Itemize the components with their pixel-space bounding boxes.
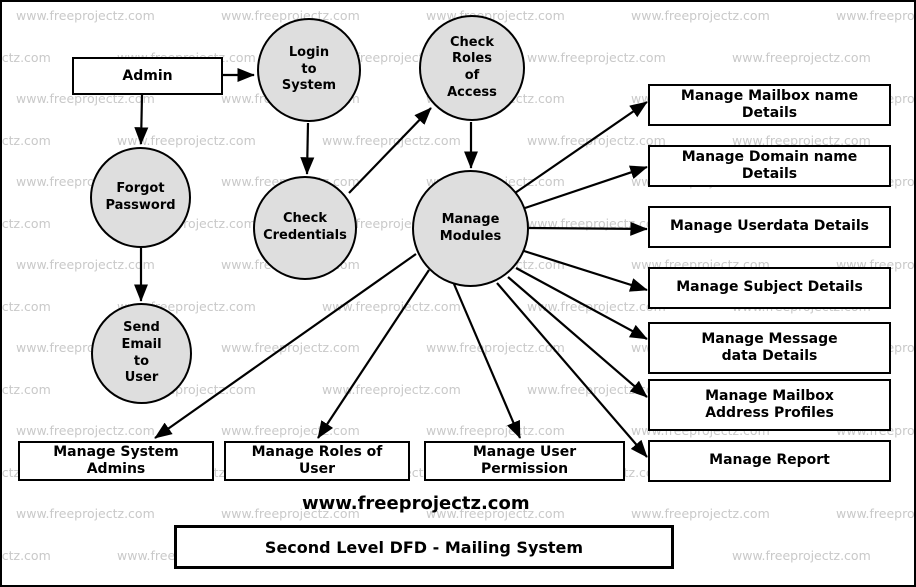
- process-manage-modules-label: Manage Modules: [439, 211, 502, 244]
- data-store-manage-message-data-details-label: Manage Message data Details: [701, 330, 838, 365]
- data-store-manage-userdata-details[interactable]: Manage Userdata Details: [648, 206, 891, 248]
- data-store-manage-message-data-details[interactable]: Manage Message data Details: [648, 322, 891, 374]
- brand-text: www.freeprojectz.com: [302, 493, 530, 514]
- watermark-text: www.freeprojectz.com: [221, 340, 360, 355]
- watermark-text: www.freeprojectz.com: [1, 215, 51, 231]
- data-store-manage-mailbox-name-details[interactable]: Manage Mailbox name Details: [648, 84, 891, 126]
- watermark-text: www.freeprojectz.com: [426, 340, 565, 355]
- arrow-credentials-to-check-roles: [348, 107, 432, 194]
- watermark-text: www.freeprojectz.com: [527, 132, 666, 148]
- data-store-manage-user-permission[interactable]: Manage User Permission: [424, 441, 625, 481]
- data-store-manage-roles-of-user-label: Manage Roles of User: [251, 443, 383, 478]
- data-store-manage-user-permission-label: Manage User Permission: [472, 443, 577, 478]
- watermark-text: www.freeprojectz.com: [527, 298, 666, 314]
- process-login-to-system[interactable]: Login to System: [257, 18, 361, 122]
- arrow-login-to-credentials: [300, 122, 315, 175]
- watermark-text: www.freeprojectz.com: [631, 8, 770, 23]
- data-store-manage-mailbox-address-profiles-label: Manage Mailbox Address Profiles: [705, 387, 834, 422]
- data-store-manage-mailbox-name-details-label: Manage Mailbox name Details: [680, 87, 859, 122]
- process-login-to-system-label: Login to System: [281, 45, 337, 94]
- data-store-manage-mailbox-address-profiles[interactable]: Manage Mailbox Address Profiles: [648, 379, 891, 431]
- data-store-manage-domain-name-details[interactable]: Manage Domain name Details: [648, 145, 891, 187]
- process-send-email-to-user-label: Send Email to User: [121, 320, 162, 386]
- watermark-text: www.freeprojectz.com: [426, 423, 565, 438]
- process-check-roles-of-access-label: Check Roles of Access: [447, 34, 497, 100]
- arrow-modules-to-message-data: [515, 267, 648, 340]
- data-store-manage-userdata-details-label: Manage Userdata Details: [670, 218, 869, 235]
- watermark-text: www.freeprojectz.com: [1, 49, 51, 65]
- external-entity-admin[interactable]: Admin: [72, 57, 223, 95]
- data-store-manage-system-admins[interactable]: Manage System Admins: [18, 441, 214, 481]
- watermark-text: www.freeprojectz.com: [527, 381, 666, 397]
- data-store-manage-subject-details-label: Manage Subject Details: [676, 279, 863, 296]
- data-store-manage-domain-name-details-label: Manage Domain name Details: [681, 148, 858, 183]
- watermark-text: www.freeprojectz.com: [732, 547, 871, 563]
- watermark-text: www.freeprojectz.com: [221, 423, 360, 438]
- watermark-text: www.freeprojectz.com: [836, 506, 915, 521]
- watermark-text: www.freeprojectz.com: [527, 49, 666, 65]
- watermark-text: www.freeprojectz.com: [16, 423, 155, 438]
- process-manage-modules[interactable]: Manage Modules: [412, 170, 529, 287]
- watermark-text: www.freeprojectz.com: [16, 257, 155, 272]
- process-check-credentials-label: Check Credentials: [263, 211, 347, 243]
- process-forgot-password[interactable]: Forgot Password: [90, 147, 191, 248]
- arrow-modules-to-system-admins: [154, 253, 417, 439]
- watermark-text: www.freeprojectz.com: [322, 381, 461, 397]
- arrow-modules-to-mailbox-name: [514, 101, 648, 194]
- data-store-manage-report-label: Manage Report: [709, 452, 830, 469]
- watermark-text: www.freeprojectz.com: [1, 547, 51, 563]
- data-store-manage-subject-details[interactable]: Manage Subject Details: [648, 267, 891, 309]
- process-forgot-password-label: Forgot Password: [105, 180, 176, 213]
- watermark-text: www.freeprojectz.com: [631, 506, 770, 521]
- watermark-text: www.freeprojectz.com: [117, 132, 256, 148]
- arrow-modules-to-user-permission: [452, 283, 522, 439]
- watermark-text: www.freeprojectz.com: [836, 8, 915, 23]
- process-check-credentials[interactable]: Check Credentials: [253, 176, 357, 280]
- arrow-modules-to-report: [496, 282, 648, 458]
- arrow-modules-to-userdata: [528, 221, 648, 236]
- watermark-text: www.freeprojectz.com: [1, 381, 51, 397]
- watermark-text: www.freeprojectz.com: [16, 8, 155, 23]
- data-store-manage-roles-of-user[interactable]: Manage Roles of User: [224, 441, 410, 481]
- watermark-text: www.freeprojectz.com: [322, 298, 461, 314]
- arrow-modules-to-mailbox-address: [507, 276, 648, 398]
- external-entity-admin-label: Admin: [122, 68, 173, 84]
- watermark-text: www.freeprojectz.com: [1, 132, 51, 148]
- process-send-email-to-user[interactable]: Send Email to User: [91, 303, 192, 404]
- data-store-manage-report[interactable]: Manage Report: [648, 440, 891, 482]
- watermark-text: www.freeprojectz.com: [322, 132, 461, 148]
- watermark-text: www.freeprojectz.com: [16, 506, 155, 521]
- arrow-modules-to-subject: [523, 249, 648, 292]
- arrow-modules-to-domain-name: [524, 165, 648, 210]
- diagram-title-box: Second Level DFD - Mailing System: [174, 525, 674, 569]
- diagram-title: Second Level DFD - Mailing System: [264, 537, 584, 557]
- watermark-text: www.freeprojectz.com: [527, 215, 666, 231]
- data-store-manage-system-admins-label: Manage System Admins: [53, 443, 179, 478]
- arrow-modules-to-roles-of-user: [317, 269, 430, 439]
- watermark-text: www.freeprojectz.com: [1, 298, 51, 314]
- arrow-admin-to-forgot: [134, 94, 149, 145]
- watermark-text: www.freeprojectz.com: [732, 49, 871, 65]
- dfd-canvas: www.freeprojectz.com www.freeprojectz.com…: [0, 0, 916, 587]
- process-check-roles-of-access[interactable]: Check Roles of Access: [419, 15, 525, 121]
